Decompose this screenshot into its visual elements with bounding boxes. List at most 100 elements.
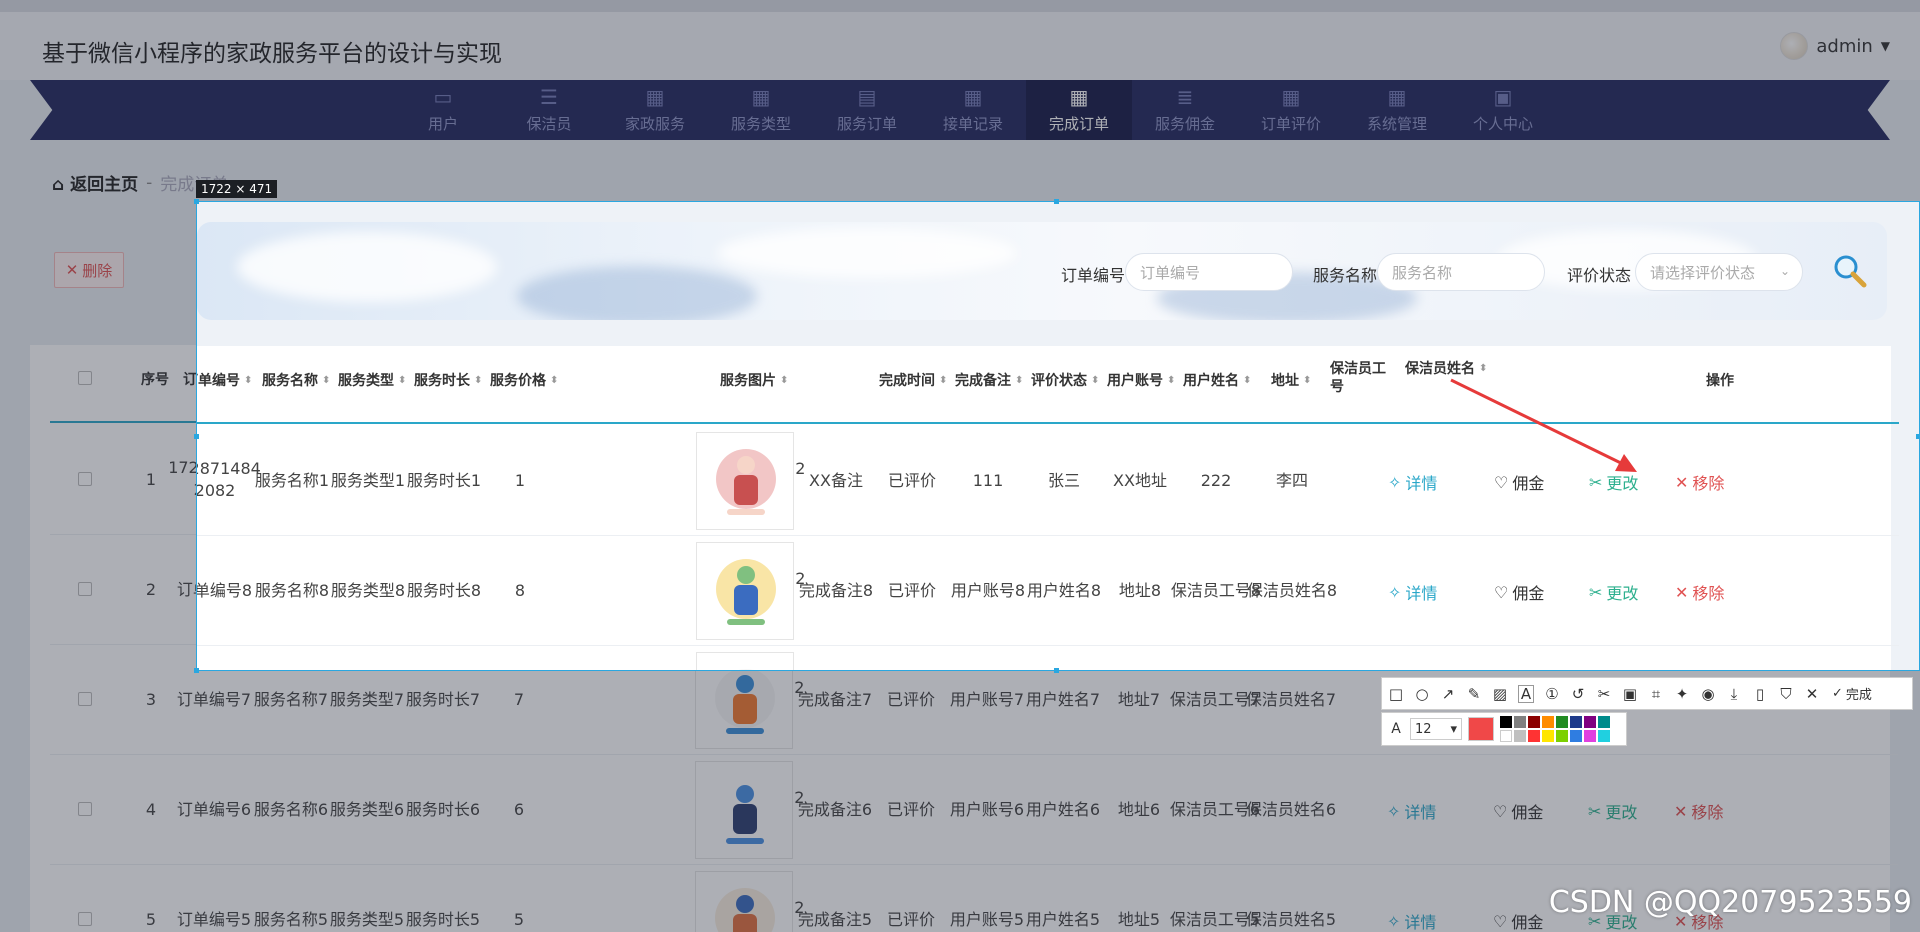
- cell-cleaner-name: 保洁员姓名7: [1245, 690, 1337, 709]
- nav-item-0[interactable]: ▭ 用户: [390, 80, 496, 140]
- chat-icon: ▤: [857, 84, 877, 109]
- font-icon: A: [1391, 721, 1401, 737]
- avatar: [1780, 32, 1809, 60]
- breadcrumb-separator: -: [146, 172, 153, 193]
- cell-price: 5: [513, 910, 525, 929]
- cell-service-type: 服务类型5: [329, 910, 405, 929]
- font-size-select[interactable]: 12 ▾: [1410, 718, 1462, 740]
- nav-item-7[interactable]: ≣ 服务佣金: [1132, 80, 1238, 140]
- grid-icon: ▦: [1387, 84, 1407, 109]
- row-checkbox[interactable]: [78, 692, 92, 706]
- cell-duration: 服务时长6: [405, 800, 481, 819]
- row-checkbox[interactable]: [78, 912, 92, 926]
- pen-icon[interactable]: ✎: [1466, 686, 1482, 702]
- edit-button[interactable]: ✂更改: [1588, 799, 1637, 823]
- ocr-icon[interactable]: ▣: [1622, 686, 1638, 702]
- arrow-icon[interactable]: ↗: [1440, 686, 1456, 702]
- cell-service-name: 服务名称7: [253, 690, 329, 709]
- rectangle-icon[interactable]: □: [1388, 686, 1404, 702]
- service-image[interactable]: [695, 871, 793, 932]
- app-header: 基于微信小程序的家政服务平台的设计与实现 admin ▼: [0, 0, 1920, 80]
- record-icon[interactable]: ◉: [1700, 686, 1716, 702]
- number-icon[interactable]: ①: [1544, 686, 1560, 702]
- nav-item-label: 家政服务: [624, 114, 685, 133]
- row-checkbox[interactable]: [78, 472, 92, 486]
- text-icon[interactable]: A: [1518, 684, 1534, 703]
- cell-index: 5: [145, 910, 157, 929]
- cell-price: 7: [513, 690, 525, 709]
- service-image[interactable]: [695, 761, 793, 859]
- user-menu[interactable]: admin ▼: [1780, 32, 1890, 60]
- cell-note: 完成备注7: [797, 690, 873, 709]
- window-icon: ▣: [1493, 84, 1513, 109]
- nav-item-8[interactable]: ▦ 订单评价: [1238, 80, 1344, 140]
- nav-item-1[interactable]: ☰ 保洁员: [496, 80, 602, 140]
- row-checkbox[interactable]: [78, 802, 92, 816]
- nav-item-6[interactable]: ▦ 完成订单: [1026, 80, 1132, 140]
- cell-duration: 服务时长7: [405, 690, 481, 709]
- info-icon: ✧: [1387, 801, 1401, 821]
- select-all-checkbox[interactable]: [78, 371, 92, 385]
- circle-icon[interactable]: ○: [1414, 686, 1430, 702]
- grid-icon: ▦: [751, 84, 771, 109]
- caret-down-icon: ▾: [1450, 721, 1457, 737]
- cell-duration: 服务时长5: [405, 910, 481, 929]
- nav-item-3[interactable]: ▦ 服务类型: [708, 80, 814, 140]
- breadcrumb-home[interactable]: ⌂ 返回主页: [52, 170, 138, 195]
- row-checkbox[interactable]: [78, 582, 92, 596]
- selection-size-label: 1722 × 471: [196, 180, 278, 198]
- cell-account: 用户账号6: [949, 800, 1025, 819]
- detail-button[interactable]: ✧详情: [1387, 909, 1436, 932]
- bookmark-icon[interactable]: ⛉: [1778, 686, 1794, 702]
- annotation-arrow: [1450, 378, 1637, 472]
- nav-item-4[interactable]: ▤ 服务订单: [814, 80, 920, 140]
- nav-item-9[interactable]: ▦ 系统管理: [1344, 80, 1450, 140]
- cell-address: 地址5: [1117, 910, 1161, 929]
- close-icon[interactable]: ✕: [1804, 686, 1820, 702]
- cell-address: 地址7: [1117, 690, 1161, 709]
- delete-button[interactable]: ✕ 删除: [54, 252, 124, 288]
- table-row[interactable]: 4订单编号6服务名称6服务类型6服务时长662024-10-12 14:19:2…: [50, 755, 1898, 865]
- nav-item-label: 订单评价: [1260, 114, 1321, 133]
- header-index: 序号: [141, 372, 169, 388]
- grid-icon: ▦: [1069, 84, 1089, 109]
- nav-item-label: 个人中心: [1472, 114, 1533, 133]
- cut-icon[interactable]: ✂: [1596, 686, 1612, 702]
- cell-price: 6: [513, 800, 525, 819]
- phone-icon[interactable]: ▯: [1752, 686, 1768, 702]
- nav-item-label: 用户: [427, 114, 458, 133]
- cell-address: 地址6: [1117, 800, 1161, 819]
- cell-cleaner-name: 保洁员姓名6: [1245, 800, 1337, 819]
- nav-item-10[interactable]: ▣ 个人中心: [1450, 80, 1556, 140]
- commission-button[interactable]: ♡佣金: [1493, 909, 1543, 932]
- capture-selection[interactable]: 订单编号 订单编号 服务名称 服务名称 评价状态 请选择评价状态 ⌄ 序号 订单…: [196, 201, 1920, 671]
- sliders-icon: ≣: [1176, 84, 1194, 109]
- check-icon: ✓: [1832, 686, 1843, 701]
- cell-note: 完成备注6: [797, 800, 873, 819]
- cell-order-no: 订单编号7: [176, 690, 252, 709]
- detail-button[interactable]: ✧详情: [1387, 799, 1436, 823]
- site-title: 基于微信小程序的家政服务平台的设计与实现: [42, 41, 502, 67]
- mosaic-icon[interactable]: ▨: [1492, 686, 1508, 702]
- download-icon[interactable]: ⤓: [1726, 686, 1742, 702]
- cell-index: 3: [145, 690, 157, 709]
- remove-button[interactable]: ✕移除: [1674, 799, 1723, 823]
- undo-icon[interactable]: ↺: [1570, 686, 1586, 702]
- nav-item-label: 保洁员: [526, 114, 572, 133]
- cell-review-status: 已评价: [886, 800, 936, 819]
- caret-down-icon: ▼: [1880, 39, 1890, 53]
- scan-icon[interactable]: ⌗: [1648, 686, 1664, 702]
- pin-icon[interactable]: ✦: [1674, 686, 1690, 702]
- nav-item-2[interactable]: ▦ 家政服务: [602, 80, 708, 140]
- current-color[interactable]: [1468, 717, 1494, 741]
- heart-icon: ♡: [1493, 801, 1508, 821]
- done-button[interactable]: ✓ 完成: [1832, 684, 1872, 703]
- nav-item-label: 完成订单: [1048, 114, 1109, 133]
- cell-index: 2: [145, 580, 157, 599]
- color-palette[interactable]: [1500, 716, 1610, 742]
- commission-button[interactable]: ♡佣金: [1493, 799, 1543, 823]
- nav-item-5[interactable]: ▦ 接单记录: [920, 80, 1026, 140]
- nav-item-label: 服务类型: [730, 114, 791, 133]
- edit-icon: ✂: [1588, 801, 1602, 821]
- cell-order-no: 订单编号5: [176, 910, 252, 929]
